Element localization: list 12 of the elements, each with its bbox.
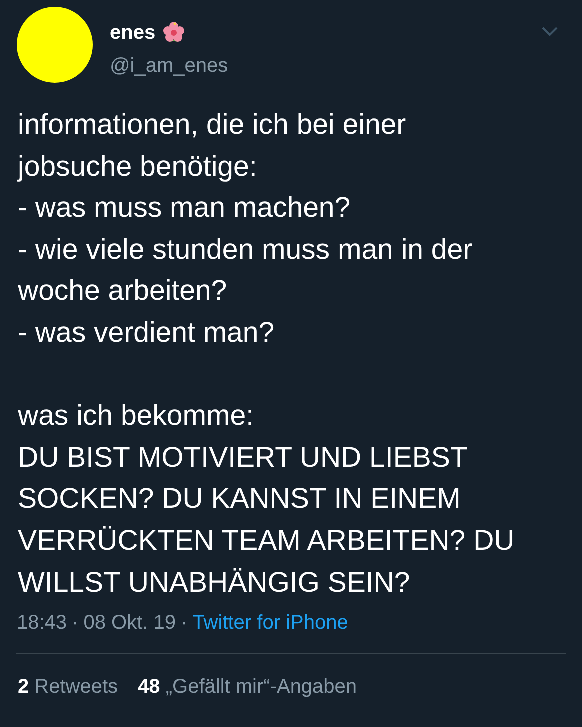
tweet-time: 18:43 — [17, 612, 68, 636]
separator-dot: · — [72, 612, 79, 636]
display-name: enes — [110, 22, 156, 44]
user-handle: @i_am_enes — [110, 55, 228, 78]
source-link[interactable]: Twitter for iPhone — [192, 612, 348, 636]
flower-icon — [162, 21, 186, 45]
tweet-date: 08 Okt. 19 — [84, 612, 176, 636]
tweet-text: informationen, die ich bei einer jobsuche benötige: - was muss man machen? - wie viele stunden muss man in der woche arbeiten? - was verdient man? — [18, 108, 474, 351]
separator-dot: · — [181, 612, 188, 636]
stat-count[interactable]: 2 Retweets — [18, 676, 118, 700]
stat-count[interactable]: 48 „Gefällt mir“-Angaben — [138, 676, 358, 700]
tweet-text: was ich bekomme: DU BIST MOTIVIERT UND LIEBST SOCKEN? DU KANNST IN EINEM VERRÜCKTEN TEAM ARBEITEN? DU WILLST UNABHÄNGIG SEIN? — [18, 399, 516, 601]
